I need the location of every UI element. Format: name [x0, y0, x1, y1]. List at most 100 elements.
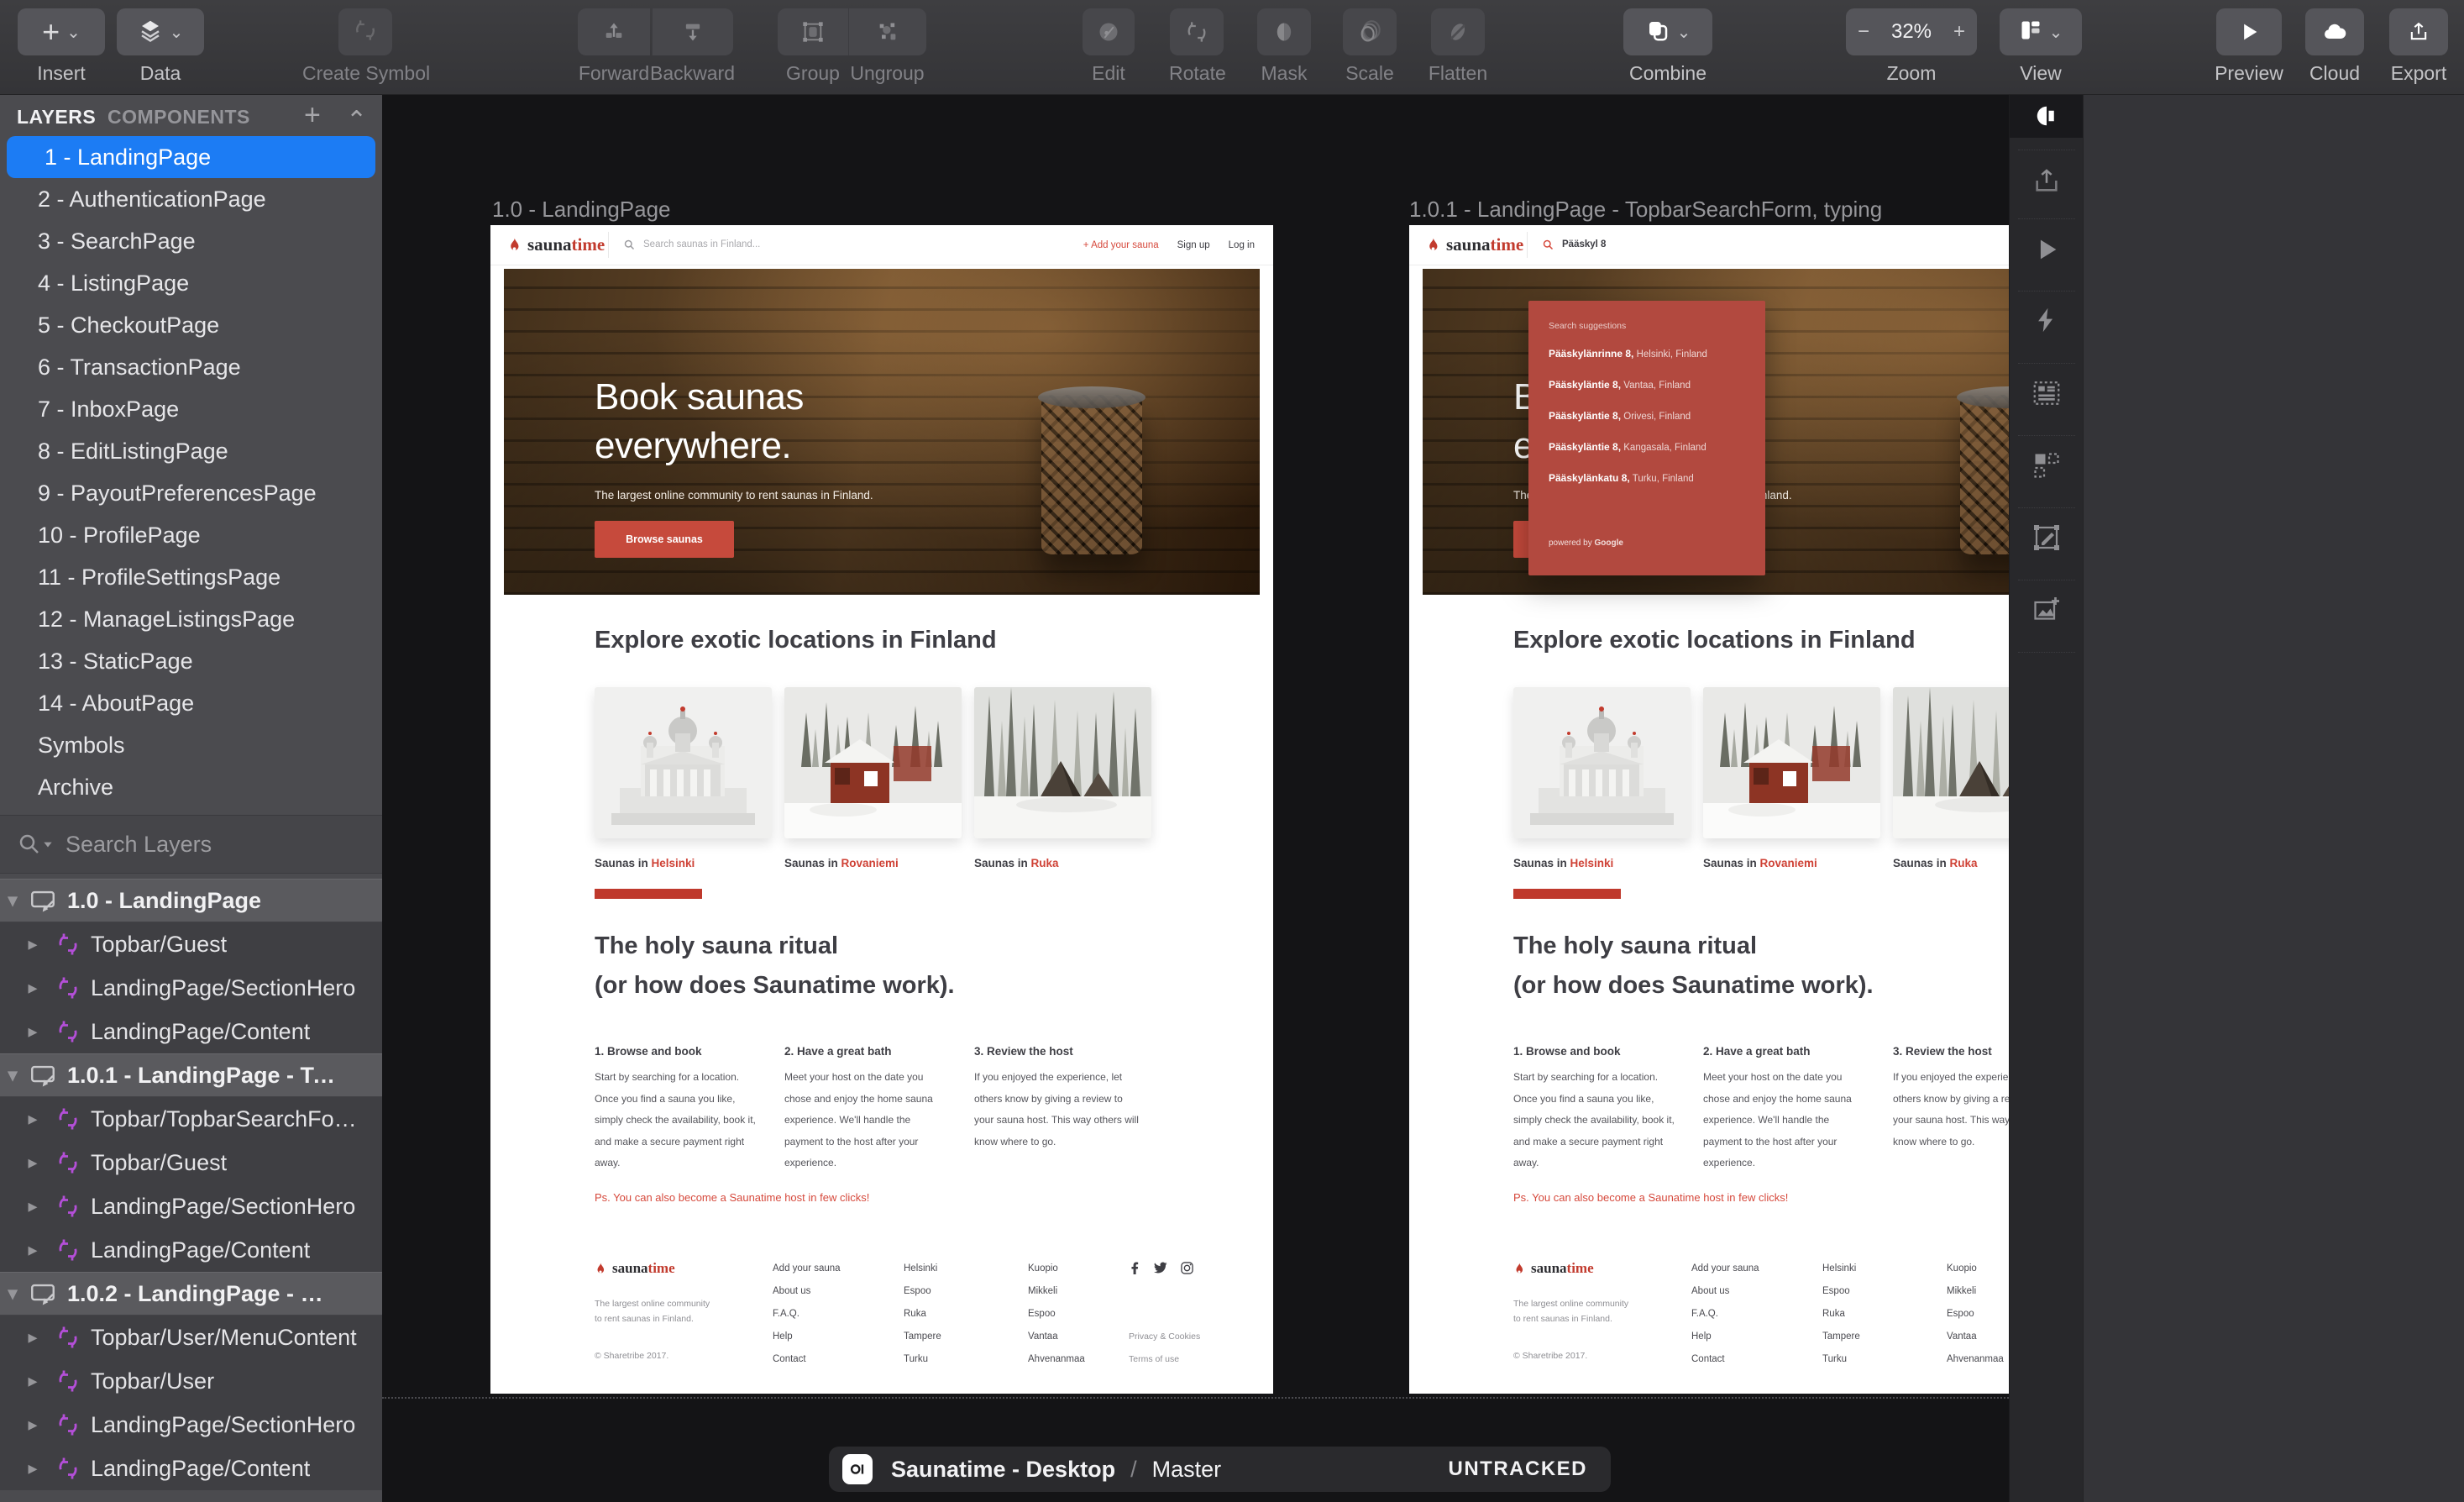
footer-link[interactable]: Turku: [1822, 1354, 1847, 1364]
caret-right-icon[interactable]: ▸: [20, 933, 45, 955]
view-tool[interactable]: ⌄ View: [1997, 8, 2084, 85]
location-card-ruka[interactable]: [1893, 687, 2009, 838]
tree-component-row[interactable]: ▸ LandingPage/Content: [0, 1447, 382, 1490]
caret-right-icon[interactable]: ▸: [20, 1370, 45, 1392]
signup-link[interactable]: Sign up: [1177, 240, 1210, 250]
footer-link[interactable]: F.A.Q.: [1691, 1309, 1718, 1319]
view-button[interactable]: ⌄: [2000, 8, 2082, 55]
tree-component-row[interactable]: ▸ LandingPage/SectionHero: [0, 1184, 382, 1228]
flatten-icon[interactable]: [1431, 8, 1485, 55]
artboard1-title[interactable]: 1.0 - LandingPage: [492, 197, 671, 223]
preview-tool[interactable]: Preview: [2214, 8, 2284, 85]
tab-layers[interactable]: LAYERS: [17, 106, 96, 129]
city-link[interactable]: Rovaniemi: [841, 857, 899, 869]
caret-right-icon[interactable]: ▸: [20, 1108, 45, 1130]
login-link[interactable]: Log in: [1229, 240, 1255, 250]
footer-link[interactable]: Contact: [773, 1354, 806, 1364]
tree-component-row[interactable]: ▸ Topbar/Guest: [0, 922, 382, 966]
artboard-landing-page-search-typing[interactable]: saunatime Pääskyl 8 + Add your sauna Sig…: [1409, 225, 2009, 1394]
caret-right-icon[interactable]: ▸: [20, 1239, 45, 1261]
sidebar-page-item[interactable]: 10 - ProfilePage: [0, 514, 382, 556]
sidebar-page-item[interactable]: 9 - PayoutPreferencesPage: [0, 472, 382, 514]
suggestion-item[interactable]: Pääskyläntie 8, Orivesi, Finland: [1549, 410, 1691, 422]
zoom-value[interactable]: 32%: [1891, 20, 1932, 44]
footer-link[interactable]: Helsinki: [904, 1263, 937, 1274]
add-image-button[interactable]: [2010, 595, 2084, 625]
play-preview-button[interactable]: [2010, 235, 2084, 264]
footer-link[interactable]: Add your sauna: [773, 1263, 841, 1274]
edit-frame-button[interactable]: [2010, 523, 2084, 553]
caret-right-icon[interactable]: ▸: [20, 1457, 45, 1479]
footer-link[interactable]: Ruka: [904, 1309, 926, 1319]
mask-icon[interactable]: [1257, 8, 1311, 55]
suggestion-item[interactable]: Pääskyläntie 8, Vantaa, Finland: [1549, 379, 1691, 391]
card-caption-ruka[interactable]: Saunas in Ruka: [974, 857, 1059, 869]
tree-component-row[interactable]: ▸ Topbar/User: [0, 1359, 382, 1403]
caret-down-icon[interactable]: ▾: [0, 890, 25, 911]
footer-link[interactable]: Espoo: [1028, 1309, 1056, 1319]
create-symbol-button[interactable]: [338, 8, 392, 55]
browse-saunas-button[interactable]: Browse saunas: [595, 521, 734, 558]
combine-tool[interactable]: ⌄ Combine: [1621, 8, 1715, 85]
footer-link[interactable]: Help: [773, 1331, 793, 1342]
location-card-rovaniemi[interactable]: [1703, 687, 1880, 838]
site-logo[interactable]: saunatime: [507, 225, 605, 265]
city-link[interactable]: Helsinki: [652, 857, 695, 869]
tab-components[interactable]: COMPONENTS: [107, 106, 250, 129]
footer-link[interactable]: Vantaa: [1028, 1331, 1058, 1342]
footer-link[interactable]: Tampere: [1822, 1331, 1860, 1342]
insert-button[interactable]: + ⌄: [18, 8, 105, 55]
location-card-ruka[interactable]: [974, 687, 1151, 838]
edit-icon[interactable]: [1083, 8, 1135, 55]
zoom-out-button[interactable]: −: [1858, 20, 1869, 44]
search-layers-row[interactable]: Search Layers: [0, 815, 382, 874]
caret-right-icon[interactable]: ▸: [20, 1152, 45, 1174]
sidebar-page-item[interactable]: 6 - TransactionPage: [0, 346, 382, 388]
footer-link[interactable]: Mikkeli: [1947, 1286, 1976, 1296]
export-tool[interactable]: Export: [2387, 8, 2451, 85]
artboard2-title[interactable]: 1.0.1 - LandingPage - TopbarSearchForm, …: [1409, 197, 1882, 223]
flatten-tool[interactable]: Flatten: [1428, 8, 1488, 85]
sidebar-page-item[interactable]: 7 - InboxPage: [0, 388, 382, 430]
caret-right-icon[interactable]: ▸: [20, 1195, 45, 1217]
become-host-link[interactable]: Ps. You can also become a Saunatime host…: [1513, 1191, 1788, 1204]
artboard-landing-page[interactable]: saunatime Search saunas in Finland... + …: [490, 225, 1273, 1394]
frames-button[interactable]: [2010, 450, 2084, 481]
card-caption-helsinki[interactable]: Saunas in Helsinki: [595, 857, 695, 869]
sidebar-page-item[interactable]: Symbols: [0, 724, 382, 766]
combine-button[interactable]: ⌄: [1623, 8, 1712, 55]
mask-tool[interactable]: Mask: [1256, 8, 1312, 85]
footer-link[interactable]: About us: [773, 1286, 810, 1296]
site-search-input[interactable]: Search saunas in Finland...: [643, 225, 760, 265]
card-caption-ruka[interactable]: Saunas in Ruka: [1893, 857, 1978, 869]
project-status-bar[interactable]: Saunatime - Desktop / Master UNTRACKED: [829, 1447, 1611, 1492]
rotate-icon[interactable]: [1170, 8, 1224, 55]
sidebar-page-item[interactable]: 8 - EditListingPage: [0, 430, 382, 472]
facebook-icon[interactable]: [1129, 1262, 1140, 1279]
footer-link[interactable]: Kuopio: [1947, 1263, 1977, 1274]
docs-logo-button[interactable]: [2010, 94, 2084, 138]
footer-link[interactable]: Espoo: [1947, 1309, 1974, 1319]
insert-tool[interactable]: + ⌄ Insert: [15, 8, 107, 85]
sidebar-page-item[interactable]: 3 - SearchPage: [0, 220, 382, 262]
sidebar-page-item[interactable]: 2 - AuthenticationPage: [0, 178, 382, 220]
ungroup-tool[interactable]: Ungroup: [848, 8, 926, 85]
tree-component-row[interactable]: ▸ LandingPage/Content: [0, 1228, 382, 1272]
tree-artboard-row[interactable]: ▾ 1.0.1 - LandingPage - TopbarS...: [0, 1053, 382, 1097]
sidebar-page-item[interactable]: 4 - ListingPage: [0, 262, 382, 304]
tree-component-row[interactable]: ▸ LandingPage/SectionHero: [0, 1403, 382, 1447]
footer-link[interactable]: Kuopio: [1028, 1263, 1058, 1274]
caret-right-icon[interactable]: ▸: [20, 977, 45, 999]
cloud-icon[interactable]: [2305, 8, 2364, 55]
caret-down-icon[interactable]: ▾: [0, 1283, 25, 1305]
ungroup-button[interactable]: [848, 8, 926, 55]
data-tool[interactable]: ⌄ Data: [114, 8, 207, 85]
project-name[interactable]: Saunatime - Desktop: [891, 1457, 1115, 1483]
footer-link[interactable]: Mikkeli: [1028, 1286, 1057, 1296]
collapse-panel-icon[interactable]: ⌃: [346, 106, 367, 135]
card-caption-rovaniemi[interactable]: Saunas in Rovaniemi: [1703, 857, 1817, 869]
rotate-tool[interactable]: Rotate: [1169, 8, 1224, 85]
backward-button[interactable]: [652, 8, 733, 55]
lightning-actions-button[interactable]: [2010, 306, 2084, 334]
data-button[interactable]: ⌄: [117, 8, 204, 55]
